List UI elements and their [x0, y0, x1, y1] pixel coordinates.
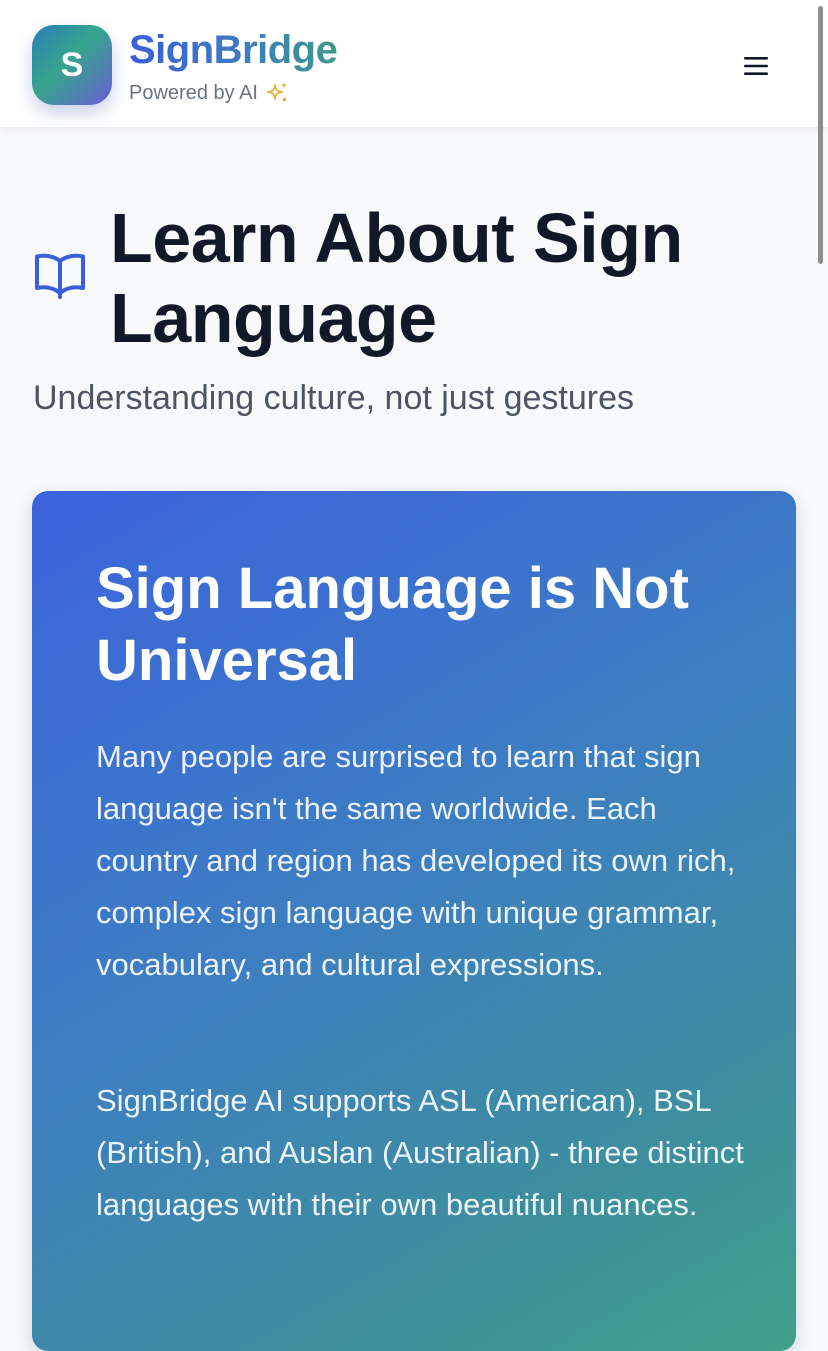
card-title: Sign Language is Not Universal: [96, 556, 689, 693]
tagline-text: Powered by AI: [129, 82, 258, 104]
brand-tagline: Powered by AI: [129, 80, 290, 106]
card-paragraph: SignBridge AI supports ASL (American), B…: [96, 1083, 744, 1222]
app-header: S SignBridge Powered by AI: [0, 0, 828, 128]
page-subtitle: Understanding culture, not just gestures: [33, 379, 635, 417]
card-paragraph: Many people are surprised to learn that …: [96, 739, 736, 982]
logo-letter: S: [60, 46, 84, 84]
hamburger-menu-icon: [744, 57, 768, 75]
info-card: Sign Language is Not Universal Many peop…: [32, 491, 796, 1351]
scrollbar[interactable]: [818, 6, 823, 264]
app-logo[interactable]: S: [32, 25, 112, 105]
brand-name[interactable]: SignBridge: [129, 26, 338, 74]
sparkles-icon: [267, 82, 287, 102]
open-book-icon: [35, 253, 85, 299]
page-title: Learn About Sign Language: [110, 199, 683, 357]
menu-button[interactable]: [736, 46, 776, 86]
